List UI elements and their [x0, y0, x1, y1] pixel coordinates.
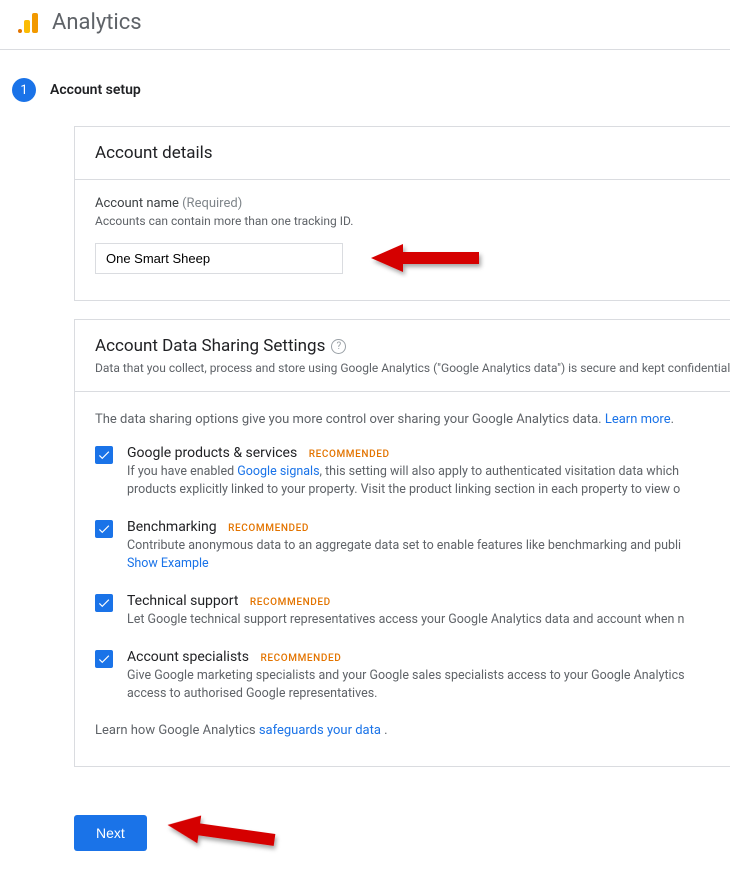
option-technical-support: Technical support RECOMMENDED Let Google…: [95, 593, 710, 627]
account-name-label: Account name (Required): [95, 196, 710, 211]
opt3-title: Technical support: [127, 593, 238, 609]
account-name-label-text: Account name: [95, 196, 179, 211]
checkbox-technical-support[interactable]: [95, 594, 113, 612]
opt4-desc2: access to authorised Google representati…: [127, 686, 710, 701]
show-example-link[interactable]: Show Example: [127, 556, 209, 571]
sharing-subtitle: Data that you collect, process and store…: [95, 361, 710, 375]
opt2-title: Benchmarking: [127, 519, 217, 535]
option-google-products: Google products & services RECOMMENDED I…: [95, 445, 710, 497]
sharing-title: Account Data Sharing Settings: [95, 336, 325, 356]
opt4-desc: Give Google marketing specialists and yo…: [127, 668, 710, 683]
opt1-title: Google products & services: [127, 445, 297, 461]
annotation-arrow-icon: [369, 238, 489, 278]
annotation-arrow-icon: [165, 811, 285, 855]
recommended-badge: RECOMMENDED: [260, 653, 341, 664]
data-sharing-panel: Account Data Sharing Settings ? Data tha…: [74, 319, 730, 767]
sharing-intro-text: The data sharing options give you more c…: [95, 412, 605, 427]
checkbox-account-specialists[interactable]: [95, 650, 113, 668]
next-button[interactable]: Next: [74, 815, 147, 851]
help-icon[interactable]: ?: [331, 339, 346, 354]
account-name-input[interactable]: [95, 243, 343, 274]
account-details-title: Account details: [75, 127, 730, 180]
recommended-badge: RECOMMENDED: [309, 449, 390, 460]
opt1-desc2: products explicitly linked to your prope…: [127, 482, 710, 497]
step-number-badge: 1: [12, 78, 36, 102]
option-benchmarking: Benchmarking RECOMMENDED Contribute anon…: [95, 519, 710, 571]
opt4-title: Account specialists: [127, 649, 249, 665]
opt3-desc: Let Google technical support representat…: [127, 612, 710, 627]
account-details-panel: Account details Account name (Required) …: [74, 126, 730, 301]
opt2-desc: Contribute anonymous data to an aggregat…: [127, 538, 710, 553]
required-text: (Required): [182, 196, 242, 211]
safeguards-note: Learn how Google Analytics safeguards yo…: [95, 723, 710, 738]
recommended-badge: RECOMMENDED: [228, 523, 309, 534]
app-title: Analytics: [52, 10, 142, 35]
opt1-desc: If you have enabled Google signals, this…: [127, 464, 710, 479]
checkbox-google-products[interactable]: [95, 446, 113, 464]
top-bar: Analytics: [0, 0, 730, 50]
recommended-badge: RECOMMENDED: [250, 597, 331, 608]
sharing-intro: The data sharing options give you more c…: [95, 412, 710, 427]
analytics-logo-icon: [18, 13, 40, 33]
checkbox-benchmarking[interactable]: [95, 520, 113, 538]
account-name-hint: Accounts can contain more than one track…: [95, 214, 710, 228]
step-title: Account setup: [50, 82, 141, 98]
safeguards-link[interactable]: safeguards your data: [259, 723, 381, 738]
option-account-specialists: Account specialists RECOMMENDED Give Goo…: [95, 649, 710, 701]
learn-more-link[interactable]: Learn more: [605, 412, 671, 427]
google-signals-link[interactable]: Google signals: [237, 464, 319, 479]
step-header: 1 Account setup: [12, 78, 730, 102]
